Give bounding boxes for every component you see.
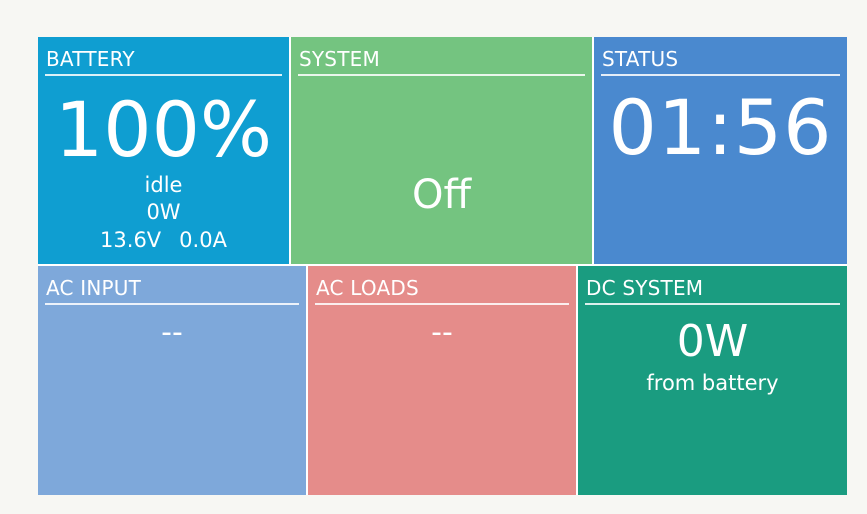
battery-soc-value: 100%	[54, 85, 273, 174]
ac-loads-tile[interactable]: AC LOADS --	[308, 266, 576, 495]
ac-loads-tile-title: AC LOADS	[316, 276, 419, 300]
battery-state-text: idle	[144, 173, 183, 197]
status-tile[interactable]: STATUS 01:56	[594, 37, 847, 264]
battery-tile[interactable]: BATTERY 100% idle 0W 13.6V 0.0A	[38, 37, 289, 264]
overview-screen: BATTERY 100% idle 0W 13.6V 0.0A SYSTEM Of…	[38, 37, 847, 495]
battery-power-value: 0W	[146, 200, 181, 224]
system-title-divider	[298, 74, 585, 76]
dc-system-tile[interactable]: DC SYSTEM 0W from battery	[578, 266, 847, 495]
battery-current-value: 0.0A	[179, 228, 227, 252]
ac-input-value: --	[161, 315, 183, 350]
system-tile[interactable]: SYSTEM Off	[291, 37, 592, 264]
status-tile-title: STATUS	[602, 47, 679, 71]
battery-tile-title: BATTERY	[46, 47, 135, 71]
status-title-divider	[601, 74, 840, 76]
ac-loads-title-divider	[315, 303, 569, 305]
battery-voltage-current: 13.6V 0.0A	[38, 227, 289, 253]
dc-system-title-divider	[585, 303, 840, 305]
ac-input-tile[interactable]: AC INPUT --	[38, 266, 306, 495]
system-state-value: Off	[411, 172, 472, 218]
dc-system-tile-title: DC SYSTEM	[586, 276, 704, 300]
battery-title-divider	[45, 74, 282, 76]
ac-input-title-divider	[45, 303, 299, 305]
ac-input-tile-title: AC INPUT	[46, 276, 142, 300]
status-clock-value: 01:56	[608, 83, 833, 172]
dc-system-source-text: from battery	[646, 371, 779, 395]
system-tile-title: SYSTEM	[299, 47, 380, 71]
ac-loads-value: --	[431, 315, 453, 350]
dc-system-power-value: 0W	[676, 316, 749, 367]
battery-voltage-value: 13.6V	[100, 228, 162, 252]
